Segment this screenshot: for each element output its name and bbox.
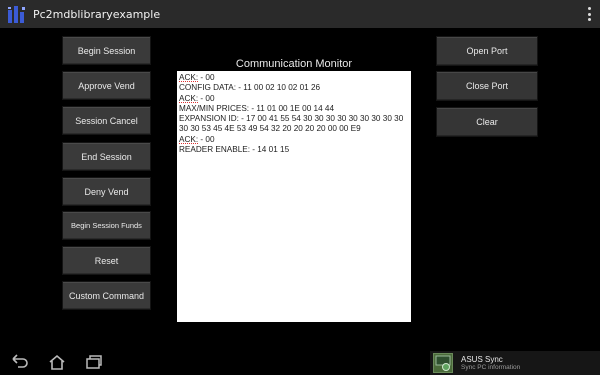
main-content: Begin Session Approve Vend Session Cance… bbox=[0, 28, 600, 350]
asus-sync-notification[interactable]: ASUS Sync Sync PC information bbox=[430, 351, 600, 375]
back-icon[interactable] bbox=[11, 354, 29, 370]
reset-button[interactable]: Reset bbox=[62, 246, 151, 275]
monitor-title: Communication Monitor bbox=[235, 58, 353, 70]
home-icon[interactable] bbox=[48, 354, 66, 370]
session-cancel-button[interactable]: Session Cancel bbox=[62, 106, 151, 135]
monitor-line: ACK: - 00 bbox=[179, 73, 409, 83]
action-bar: Pc2mdblibraryexample bbox=[0, 0, 600, 28]
custom-command-button[interactable]: Custom Command bbox=[62, 281, 151, 310]
communication-monitor[interactable]: ACK: - 00 CONFIG DATA: - 11 00 02 10 02 … bbox=[177, 71, 411, 322]
monitor-line-text: - 00 bbox=[198, 73, 215, 82]
monitor-line: CONFIG DATA: - 11 00 02 10 02 01 26 bbox=[179, 83, 409, 93]
monitor-line-text: MAX/MIN PRICES: - 11 01 00 1E 00 14 44 bbox=[179, 103, 335, 113]
monitor-line: READER ENABLE: - 14 01 15 bbox=[179, 145, 409, 155]
monitor-line-text: EXPANSION ID: - 17 00 41 55 54 30 30 30 … bbox=[179, 114, 404, 134]
overflow-menu-icon[interactable] bbox=[586, 7, 592, 21]
monitor-line: EXPANSION ID: - 17 00 41 55 54 30 30 30 … bbox=[179, 114, 409, 135]
approve-vend-button[interactable]: Approve Vend bbox=[62, 71, 151, 100]
monitor-line: ACK: - 00 bbox=[179, 94, 409, 104]
open-port-button[interactable]: Open Port bbox=[436, 36, 538, 66]
begin-session-button[interactable]: Begin Session bbox=[62, 36, 151, 65]
monitor-line-text: - 00 bbox=[198, 134, 215, 144]
monitor-line-text: CONFIG DATA: - 11 00 02 10 02 01 26 bbox=[179, 83, 321, 93]
deny-vend-button[interactable]: Deny Vend bbox=[62, 177, 151, 206]
monitor-line-text: - 00 bbox=[198, 93, 215, 103]
end-session-button[interactable]: End Session bbox=[62, 142, 151, 171]
monitor-line-keyword: ACK: bbox=[179, 93, 199, 103]
monitor-line-keyword: ACK: bbox=[179, 134, 199, 144]
recent-apps-icon[interactable] bbox=[85, 354, 103, 370]
close-port-button[interactable]: Close Port bbox=[436, 71, 538, 101]
monitor-line: MAX/MIN PRICES: - 11 01 00 1E 00 14 44 bbox=[179, 104, 409, 114]
begin-session-funds-button[interactable]: Begin Session Funds bbox=[62, 211, 151, 240]
monitor-line: ACK: - 00 bbox=[179, 135, 409, 145]
asus-sync-icon bbox=[433, 353, 453, 373]
notification-subtitle: Sync PC information bbox=[461, 364, 521, 371]
app-logo-icon bbox=[8, 6, 25, 23]
app-title: Pc2mdblibraryexample bbox=[33, 7, 161, 21]
monitor-line-text: READER ENABLE: - 14 01 15 bbox=[179, 145, 290, 155]
notification-title: ASUS Sync bbox=[461, 355, 503, 364]
monitor-line-keyword: ACK: bbox=[179, 73, 199, 82]
clear-button[interactable]: Clear bbox=[436, 107, 538, 137]
